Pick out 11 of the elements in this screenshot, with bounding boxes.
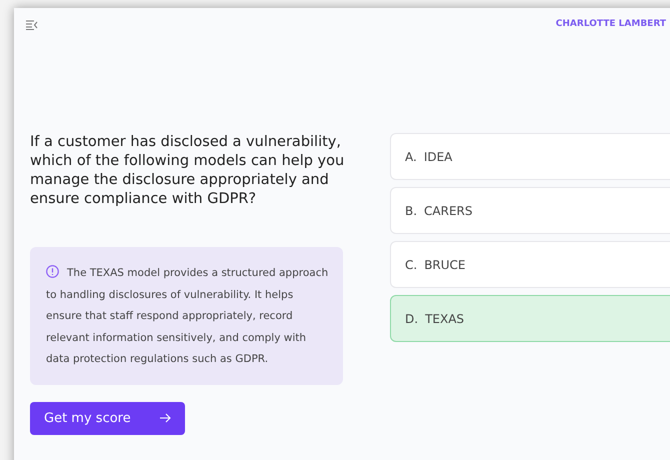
answer-option[interactable]: A. IDEA — [390, 133, 670, 180]
get-score-button[interactable]: Get my score — [30, 402, 185, 435]
question-text: If a customer has disclosed a vulnerability, which of the following models can help you manage the disclosure appropriately and ensure compliance with GDPR? — [30, 133, 346, 209]
answer-option[interactable]: D. TEXAS — [390, 295, 670, 342]
user-name[interactable]: CHARLOTTE LAMBERT — [556, 18, 666, 32]
explanation-text: The TEXAS model provides a structured approach to handling disclosures of vulnerability. It helps ensure that staff respond appropriately, record relevant information sensitively, and comply with data protection regulations such as GDPR. — [46, 267, 328, 365]
info-icon — [46, 265, 59, 278]
answer-option[interactable]: B. CARERS — [390, 187, 670, 234]
arrow-right-icon — [158, 413, 171, 424]
answer-option[interactable]: C. BRUCE — [390, 241, 670, 288]
menu-collapse-icon[interactable] — [26, 20, 38, 30]
